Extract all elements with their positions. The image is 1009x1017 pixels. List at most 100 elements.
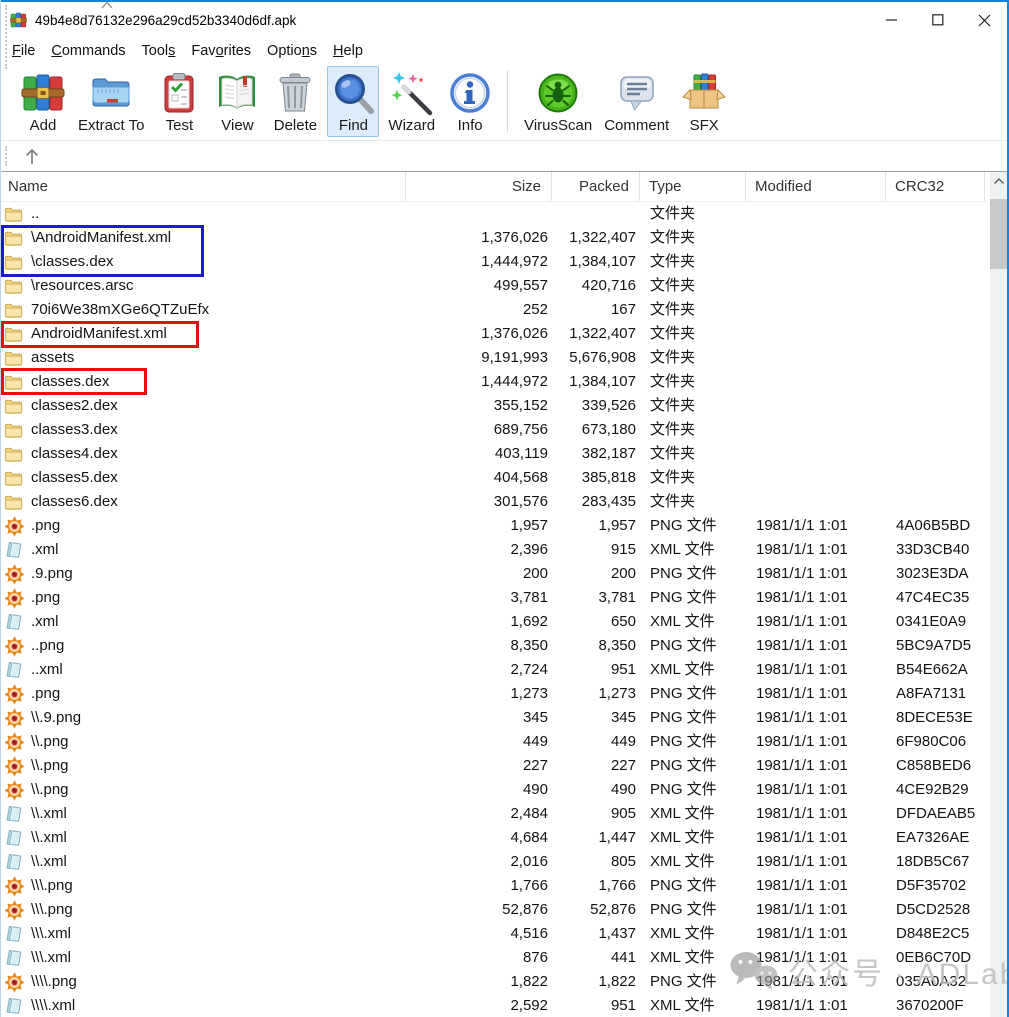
- table-row[interactable]: ..文件夹: [0, 202, 985, 226]
- table-row[interactable]: \\.xml2,016805XML 文件1981/1/1 1:0118DB5C6…: [0, 850, 985, 874]
- table-row[interactable]: ..xml2,724951XML 文件1981/1/1 1:01B54E662A: [0, 658, 985, 682]
- xml-icon: [4, 924, 28, 945]
- table-row[interactable]: classes4.dex403,119382,187文件夹: [0, 442, 985, 466]
- column-header-modified[interactable]: Modified: [746, 172, 886, 201]
- table-row[interactable]: 70i6We38mXGe6QTZuEfx252167文件夹: [0, 298, 985, 322]
- file-crc32: [886, 202, 985, 226]
- test-button[interactable]: Test: [153, 66, 205, 137]
- table-row[interactable]: AndroidManifest.xml1,376,0261,322,407文件夹: [0, 322, 985, 346]
- column-header-packed[interactable]: Packed: [552, 172, 640, 201]
- file-size: 2,016: [406, 850, 552, 874]
- table-row[interactable]: \classes.dex1,444,9721,384,107文件夹: [0, 250, 985, 274]
- table-row[interactable]: classes3.dex689,756673,180文件夹: [0, 418, 985, 442]
- scroll-up-button[interactable]: [990, 172, 1007, 190]
- column-header-crc32[interactable]: CRC32: [886, 172, 985, 201]
- table-row[interactable]: .xml2,396915XML 文件1981/1/1 1:0133D3CB40: [0, 538, 985, 562]
- file-modified: 1981/1/1 1:01: [746, 850, 886, 874]
- table-row[interactable]: .png3,7813,781PNG 文件1981/1/1 1:0147C4EC3…: [0, 586, 985, 610]
- file-modified: 1981/1/1 1:01: [746, 706, 886, 730]
- delete-button[interactable]: Delete: [269, 66, 321, 137]
- file-type: 文件夹: [640, 274, 746, 298]
- png-icon: [4, 588, 28, 609]
- column-header-size[interactable]: Size: [406, 172, 552, 201]
- file-crc32: [886, 394, 985, 418]
- file-type: PNG 文件: [640, 586, 746, 610]
- wizard-button[interactable]: Wizard: [385, 66, 438, 137]
- file-name: \\.png: [31, 754, 69, 778]
- table-row[interactable]: \\\.xml876441XML 文件1981/1/1 1:010EB6C70D: [0, 946, 985, 970]
- table-row[interactable]: classes5.dex404,568385,818文件夹: [0, 466, 985, 490]
- file-modified: [746, 442, 886, 466]
- table-row[interactable]: ..png8,3508,350PNG 文件1981/1/1 1:015BC9A7…: [0, 634, 985, 658]
- table-row[interactable]: \\.9.png345345PNG 文件1981/1/1 1:018DECE53…: [0, 706, 985, 730]
- sfx-button[interactable]: SFX: [678, 66, 730, 137]
- file-name-cell: \\\\.png: [0, 970, 406, 994]
- table-row[interactable]: \\\.png1,7661,766PNG 文件1981/1/1 1:01D5F3…: [0, 874, 985, 898]
- toolbar-grip[interactable]: [5, 5, 7, 69]
- table-row[interactable]: classes.dex1,444,9721,384,107文件夹: [0, 370, 985, 394]
- file-type: XML 文件: [640, 850, 746, 874]
- file-size: 1,444,972: [406, 370, 552, 394]
- file-packed: 1,273: [552, 682, 640, 706]
- menu-favorites[interactable]: Favorites: [183, 41, 259, 61]
- file-name: \\\\.png: [31, 970, 77, 994]
- table-row[interactable]: \\.png449449PNG 文件1981/1/1 1:016F980C06: [0, 730, 985, 754]
- column-header-name[interactable]: Name: [0, 172, 406, 201]
- file-crc32: [886, 250, 985, 274]
- file-name: classes4.dex: [31, 442, 118, 466]
- file-size: 1,444,972: [406, 250, 552, 274]
- table-row[interactable]: \\\.xml4,5161,437XML 文件1981/1/1 1:01D848…: [0, 922, 985, 946]
- file-packed: 490: [552, 778, 640, 802]
- menu-tools[interactable]: Tools: [134, 41, 184, 61]
- file-size: 1,766: [406, 874, 552, 898]
- file-packed: 52,876: [552, 898, 640, 922]
- table-row[interactable]: .9.png200200PNG 文件1981/1/1 1:013023E3DA: [0, 562, 985, 586]
- virusscan-button[interactable]: VirusScan: [521, 66, 595, 137]
- view-button[interactable]: View: [211, 66, 263, 137]
- table-row[interactable]: classes2.dex355,152339,526文件夹: [0, 394, 985, 418]
- addressbar-grip[interactable]: [5, 146, 7, 166]
- table-row[interactable]: \\\.png52,87652,876PNG 文件1981/1/1 1:01D5…: [0, 898, 985, 922]
- add-icon: [20, 70, 66, 116]
- vertical-scrollbar[interactable]: [990, 172, 1007, 1017]
- file-type: 文件夹: [640, 346, 746, 370]
- table-row[interactable]: \\\\.xml2,592951XML 文件1981/1/1 1:0136702…: [0, 994, 985, 1017]
- file-name-cell: classes.dex: [0, 370, 406, 394]
- menu-options[interactable]: Options: [259, 41, 325, 61]
- titlebar[interactable]: 49b4e8d76132e296a29cd52b3340d6df.apk: [0, 2, 1009, 38]
- add-button[interactable]: Add: [17, 66, 69, 137]
- column-header-type[interactable]: Type: [640, 172, 746, 201]
- menu-file[interactable]: File: [4, 41, 43, 61]
- file-name: \AndroidManifest.xml: [31, 226, 171, 250]
- table-row[interactable]: \\.xml2,484905XML 文件1981/1/1 1:01DFDAEAB…: [0, 802, 985, 826]
- close-button[interactable]: [961, 2, 1007, 38]
- scrollbar-thumb[interactable]: [990, 199, 1007, 269]
- file-crc32: [886, 370, 985, 394]
- table-row[interactable]: assets9,191,9935,676,908文件夹: [0, 346, 985, 370]
- table-row[interactable]: \\\\.png1,8221,822PNG 文件1981/1/1 1:01035…: [0, 970, 985, 994]
- info-button[interactable]: Info: [444, 66, 496, 137]
- file-size: 200: [406, 562, 552, 586]
- file-name: \classes.dex: [31, 250, 114, 274]
- up-one-level-button[interactable]: [17, 144, 47, 169]
- table-row[interactable]: .png1,9571,957PNG 文件1981/1/1 1:014A06B5B…: [0, 514, 985, 538]
- minimize-button[interactable]: [869, 2, 915, 38]
- table-row[interactable]: classes6.dex301,576283,435文件夹: [0, 490, 985, 514]
- menu-commands[interactable]: Commands: [43, 41, 133, 61]
- comment-button[interactable]: Comment: [601, 66, 672, 137]
- png-icon: [4, 756, 28, 777]
- table-row[interactable]: \\.xml4,6841,447XML 文件1981/1/1 1:01EA732…: [0, 826, 985, 850]
- file-packed: 805: [552, 850, 640, 874]
- table-row[interactable]: .png1,2731,273PNG 文件1981/1/1 1:01A8FA713…: [0, 682, 985, 706]
- find-button[interactable]: Find: [327, 66, 379, 137]
- maximize-button[interactable]: [915, 2, 961, 38]
- menu-help[interactable]: Help: [325, 41, 371, 61]
- table-row[interactable]: \resources.arsc499,557420,716文件夹: [0, 274, 985, 298]
- extract-button[interactable]: Extract To: [75, 66, 147, 137]
- comment-icon: [614, 70, 660, 116]
- table-row[interactable]: .xml1,692650XML 文件1981/1/1 1:010341E0A9: [0, 610, 985, 634]
- table-row[interactable]: \AndroidManifest.xml1,376,0261,322,407文件…: [0, 226, 985, 250]
- folder-icon: [4, 444, 28, 465]
- table-row[interactable]: \\.png490490PNG 文件1981/1/1 1:014CE92B29: [0, 778, 985, 802]
- table-row[interactable]: \\.png227227PNG 文件1981/1/1 1:01C858BED6: [0, 754, 985, 778]
